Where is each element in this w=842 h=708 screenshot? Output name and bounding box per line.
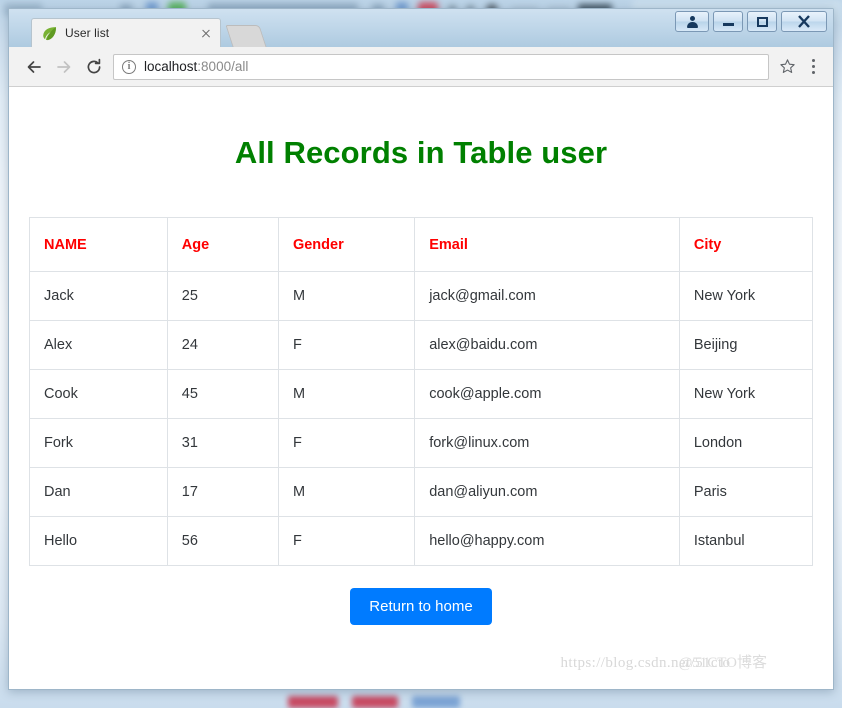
column-header-name: NAME xyxy=(29,217,168,272)
kebab-dot xyxy=(811,71,815,74)
browser-menu-button[interactable] xyxy=(801,53,825,81)
cell-name: Dan xyxy=(29,467,168,517)
address-bar[interactable]: i localhost:8000/all xyxy=(113,53,769,80)
cell-city: New York xyxy=(678,271,814,321)
reload-icon xyxy=(87,58,101,73)
cell-city: Beijing xyxy=(678,320,814,370)
cell-age: 17 xyxy=(166,467,279,517)
tab-close-icon[interactable] xyxy=(198,25,214,41)
records-table: NAME Age Gender Email City Jack 25 M jac xyxy=(29,217,814,566)
green-leaf-icon xyxy=(43,26,56,40)
table-row: Hello 56 F hello@happy.com Istanbul xyxy=(29,516,814,566)
bookmark-star-button[interactable] xyxy=(773,53,801,81)
cell-gender: F xyxy=(277,418,416,468)
kebab-dot xyxy=(811,65,815,68)
url-path: :8000/all xyxy=(197,59,249,74)
star-icon xyxy=(779,59,795,74)
browser-toolbar: i localhost:8000/all xyxy=(9,47,833,87)
cell-city: London xyxy=(678,418,814,468)
table-body: Jack 25 M jack@gmail.com New York Alex 2… xyxy=(29,271,814,566)
bg-chip xyxy=(352,696,398,708)
cell-gender: F xyxy=(277,516,416,566)
cell-email: jack@gmail.com xyxy=(414,271,680,321)
cell-name: Fork xyxy=(29,418,168,468)
cell-email: hello@happy.com xyxy=(414,516,680,566)
cell-email: fork@linux.com xyxy=(414,418,680,468)
cell-name: Hello xyxy=(29,516,168,566)
cell-age: 45 xyxy=(166,369,279,419)
new-tab-button[interactable] xyxy=(225,25,267,47)
cell-age: 31 xyxy=(166,418,279,468)
button-row: Return to home xyxy=(29,588,813,625)
close-window-button[interactable] xyxy=(781,11,827,32)
cell-city: New York xyxy=(678,369,814,419)
forward-arrow-icon xyxy=(57,60,71,73)
cell-age: 24 xyxy=(166,320,279,370)
table-row: Fork 31 F fork@linux.com London xyxy=(29,418,814,468)
url-text: localhost:8000/all xyxy=(144,59,248,74)
cell-age: 25 xyxy=(166,271,279,321)
back-arrow-icon xyxy=(27,60,41,73)
table-row: Jack 25 M jack@gmail.com New York xyxy=(29,271,814,321)
table-header-row: NAME Age Gender Email City xyxy=(29,217,814,272)
cell-email: alex@baidu.com xyxy=(414,320,680,370)
info-circle-icon[interactable]: i xyxy=(122,59,136,74)
back-button[interactable] xyxy=(19,52,49,82)
reload-button[interactable] xyxy=(79,52,109,82)
minimize-button[interactable] xyxy=(713,11,743,32)
user-avatar-icon xyxy=(686,15,698,28)
table-row: Cook 45 M cook@apple.com New York xyxy=(29,369,814,419)
browser-window: User list i localhost:8000/all All Recor… xyxy=(8,8,834,690)
watermark: https://blog.csdn.net/51cto@51CTO博客 xyxy=(560,651,819,672)
column-header-gender: Gender xyxy=(277,217,416,272)
bg-chip xyxy=(288,696,338,708)
table-row: Alex 24 F alex@baidu.com Beijing xyxy=(29,320,814,370)
cell-gender: M xyxy=(277,467,416,517)
cell-name: Alex xyxy=(29,320,168,370)
bg-chip xyxy=(412,696,460,708)
desktop-background: User list i localhost:8000/all All Recor… xyxy=(0,0,842,708)
cell-gender: M xyxy=(277,369,416,419)
table-head: NAME Age Gender Email City xyxy=(29,217,814,272)
maximize-icon xyxy=(756,16,768,27)
page-viewport: All Records in Table user NAME Age Gende… xyxy=(9,87,833,688)
column-header-city: City xyxy=(678,217,814,272)
cell-age: 56 xyxy=(166,516,279,566)
forward-button[interactable] xyxy=(49,52,79,82)
cell-email: cook@apple.com xyxy=(414,369,680,419)
cell-name: Jack xyxy=(29,271,168,321)
page-title: All Records in Table user xyxy=(234,135,608,170)
tab-title: User list xyxy=(65,26,110,40)
table-row: Dan 17 M dan@aliyun.com Paris xyxy=(29,467,814,517)
url-host: localhost xyxy=(144,59,198,74)
records-table-container: NAME Age Gender Email City Jack 25 M jac xyxy=(29,217,814,625)
tab-strip: User list xyxy=(9,9,833,47)
browser-tab-user-list[interactable]: User list xyxy=(31,18,221,47)
column-header-age: Age xyxy=(166,217,279,272)
column-header-email: Email xyxy=(414,217,680,272)
user-account-button[interactable] xyxy=(675,11,709,32)
kebab-dot xyxy=(811,59,815,62)
return-to-home-button[interactable]: Return to home xyxy=(350,588,492,625)
cell-city: Paris xyxy=(678,467,814,517)
cell-name: Cook xyxy=(29,369,168,419)
maximize-button[interactable] xyxy=(747,11,777,32)
cell-gender: M xyxy=(277,271,416,321)
minimize-icon xyxy=(722,23,734,26)
cell-gender: F xyxy=(277,320,416,370)
window-controls xyxy=(675,11,827,32)
background-taskbar-strip xyxy=(0,692,842,708)
cell-email: dan@aliyun.com xyxy=(414,467,680,517)
close-x-icon xyxy=(798,15,810,28)
watermark-cn: @51CTO博客 xyxy=(678,655,767,671)
cell-city: Istanbul xyxy=(678,516,814,566)
